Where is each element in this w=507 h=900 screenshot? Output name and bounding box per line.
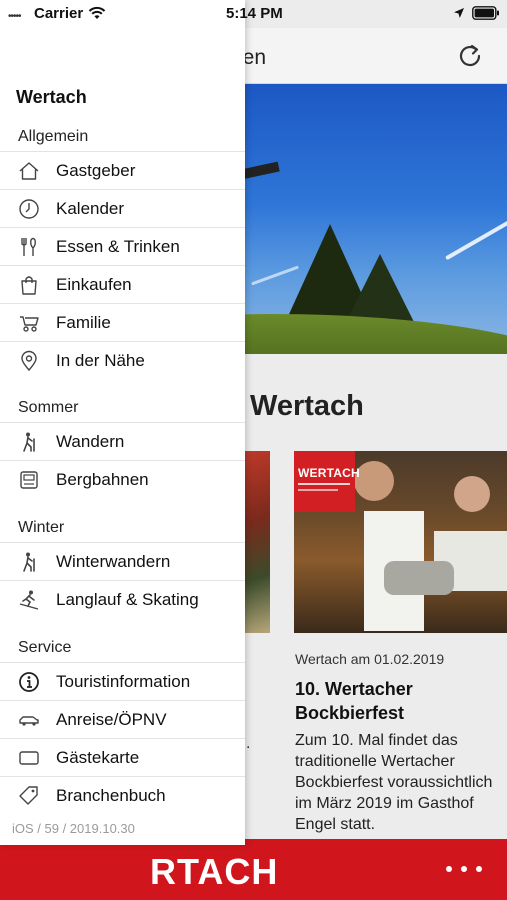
skier-icon bbox=[19, 590, 39, 610]
event-card-text-fragment: . bbox=[246, 735, 251, 752]
shopping-bag-icon bbox=[21, 276, 37, 295]
section-header-sommer: Sommer bbox=[18, 399, 79, 416]
section-header-allgemein: Allgemein bbox=[18, 128, 89, 145]
cable-car-icon bbox=[20, 471, 38, 489]
event-title[interactable]: 10. Wertacher Bockbierfest bbox=[295, 677, 507, 725]
bottom-bar: RTACH bbox=[0, 839, 507, 900]
menu-item-gaestekarte[interactable]: Gästekarte bbox=[0, 738, 245, 776]
event-description-line: Engel statt. bbox=[295, 816, 376, 833]
menu-item-winterwandern[interactable]: Winterwandern bbox=[0, 542, 245, 580]
stroller-icon bbox=[20, 316, 39, 332]
car-icon bbox=[19, 716, 39, 726]
side-drawer: Wertach Allgemein Gastgeber Kalender Ess… bbox=[0, 0, 245, 845]
menu-item-anreise-oepnv[interactable]: Anreise/ÖPNV bbox=[0, 700, 245, 738]
menu-item-label: Gästekarte bbox=[56, 748, 140, 767]
location-pin-icon bbox=[21, 350, 37, 372]
event-card-image[interactable]: WERTACH bbox=[294, 451, 507, 633]
section-header-service: Service bbox=[18, 639, 72, 656]
drawer-title: Wertach bbox=[16, 87, 87, 107]
carrier-label: Carrier bbox=[34, 5, 84, 22]
menu-item-label: Bergbahnen bbox=[56, 470, 149, 489]
menu-item-label: Touristinformation bbox=[56, 672, 191, 691]
clock-label: 5:14 PM bbox=[226, 5, 283, 22]
wertach-logo: WERTACH bbox=[294, 451, 360, 512]
brand-logo: RTACH bbox=[150, 851, 279, 892]
event-description-line: Bockbierfest voraussichtlich bbox=[295, 774, 493, 791]
event-description-line: traditionelle Wertacher bbox=[295, 753, 455, 770]
menu-item-label: Essen & Trinken bbox=[56, 237, 180, 256]
menu-item-label: Gastgeber bbox=[56, 161, 136, 180]
menu-item-bergbahnen[interactable]: Bergbahnen bbox=[0, 460, 245, 498]
event-meta: Wertach am 01.02.2019 bbox=[295, 651, 445, 667]
cutlery-icon bbox=[21, 237, 36, 256]
section-heading: Wertach bbox=[250, 390, 364, 422]
refresh-icon[interactable] bbox=[454, 40, 486, 72]
hiker-icon bbox=[23, 432, 35, 452]
section-header-winter: Winter bbox=[18, 519, 65, 536]
winter-hiker-icon bbox=[23, 552, 35, 572]
house-icon bbox=[19, 162, 39, 180]
more-button[interactable] bbox=[446, 861, 486, 877]
info-icon bbox=[19, 672, 39, 692]
tag-icon bbox=[19, 786, 38, 805]
menu-item-in-der-naehe[interactable]: In der Nähe bbox=[0, 341, 245, 379]
event-description: Zum 10. Mal findet das traditionelle Wer… bbox=[295, 730, 507, 835]
menu-item-familie[interactable]: Familie bbox=[0, 303, 245, 341]
menu-item-wandern[interactable]: Wandern bbox=[0, 422, 245, 460]
card-icon bbox=[19, 751, 39, 765]
menu-item-langlauf-skating[interactable]: Langlauf & Skating bbox=[0, 580, 245, 618]
menu-item-label: In der Nähe bbox=[56, 351, 145, 370]
menu-item-label: Einkaufen bbox=[56, 275, 132, 294]
menu-item-branchenbuch[interactable]: Branchenbuch bbox=[0, 776, 245, 814]
event-description-line: im März 2019 im Gasthof bbox=[295, 795, 474, 812]
location-arrow-icon bbox=[454, 8, 464, 18]
menu-item-label: Winterwandern bbox=[56, 552, 171, 571]
battery-icon bbox=[472, 6, 499, 20]
menu-item-label: Anreise/ÖPNV bbox=[56, 710, 167, 729]
menu-item-label: Wandern bbox=[56, 432, 125, 451]
wifi-icon bbox=[88, 6, 106, 19]
menu-item-kalender[interactable]: Kalender bbox=[0, 189, 245, 227]
menu-item-label: Kalender bbox=[56, 199, 125, 218]
menu-item-essen-trinken[interactable]: Essen & Trinken bbox=[0, 227, 245, 265]
signal-dots-icon: ••••• bbox=[8, 11, 21, 22]
menu-item-gastgeber[interactable]: Gastgeber bbox=[0, 151, 245, 189]
clock-icon bbox=[19, 199, 39, 219]
status-bar: ••••• Carrier 5:14 PM bbox=[0, 0, 507, 28]
menu-item-touristinformation[interactable]: Touristinformation bbox=[0, 662, 245, 700]
version-footer: iOS / 59 / 2019.10.30 bbox=[12, 821, 135, 836]
menu-item-label: Langlauf & Skating bbox=[56, 590, 199, 609]
event-description-line: Zum 10. Mal findet das bbox=[295, 732, 458, 749]
menu-item-label: Familie bbox=[56, 313, 111, 332]
menu-item-label: Branchenbuch bbox=[56, 786, 166, 805]
menu-item-einkaufen[interactable]: Einkaufen bbox=[0, 265, 245, 303]
more-dots-icon bbox=[446, 866, 452, 872]
